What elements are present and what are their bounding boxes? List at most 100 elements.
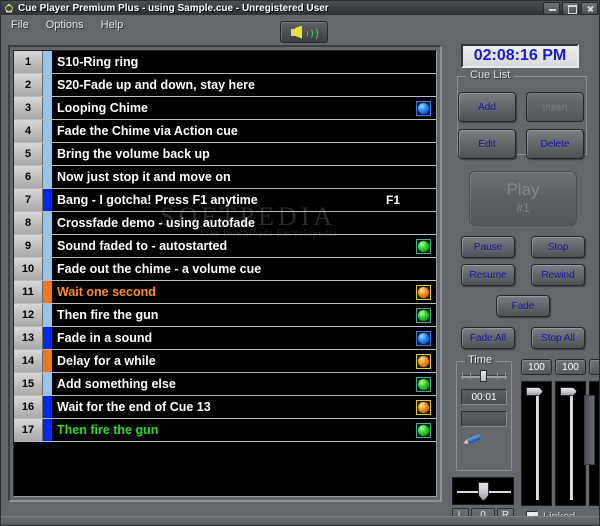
time-secondary-field[interactable] (461, 411, 507, 427)
cue-hotkey (400, 235, 410, 257)
insert-button: Insert (526, 92, 584, 122)
window-controls (543, 1, 598, 15)
pan-slider[interactable] (452, 477, 514, 505)
cue-hotkey (400, 281, 410, 303)
cue-description: Delay for a while (57, 354, 156, 368)
table-row[interactable]: 16 Wait for the end of Cue 13 (14, 396, 436, 419)
cue-number: 1 (14, 51, 43, 73)
left-level-fader[interactable] (521, 381, 552, 506)
cue-hotkey (400, 350, 410, 372)
table-row[interactable]: 14 Delay for a while (14, 350, 436, 373)
table-row[interactable]: 4 Fade the Chime via Action cue (14, 120, 436, 143)
cue-indicator (410, 51, 436, 73)
cue-hotkey (400, 419, 410, 441)
blue-orb-icon (415, 330, 431, 346)
menu-item-options[interactable]: Options (39, 17, 91, 33)
scrollbar[interactable] (584, 395, 595, 465)
table-row[interactable]: 1 S10-Ring ring (14, 51, 436, 74)
cue-description: Bring the volume back up (57, 147, 210, 161)
table-row[interactable]: 13 Fade in a sound (14, 327, 436, 350)
cue-hotkey (400, 97, 410, 119)
time-slider[interactable] (461, 370, 507, 382)
cue-indicator (410, 212, 436, 234)
pause-button[interactable]: Pause (461, 236, 515, 258)
cue-indicator (410, 97, 436, 119)
cue-status-bar (43, 235, 52, 257)
cue-list[interactable]: 1 S10-Ring ring 2 S20-Fade up and down, sta… (13, 50, 437, 497)
cue-status-bar (43, 281, 52, 303)
table-row[interactable]: 9 Sound faded to - autostarted (14, 235, 436, 258)
cue-status-bar (43, 350, 52, 372)
cue-number: 15 (14, 373, 43, 395)
cue-status-bar (43, 212, 52, 234)
amber-orb-icon (415, 353, 431, 369)
add-button[interactable]: Add (458, 92, 516, 122)
stop-button[interactable]: Stop (531, 236, 585, 258)
close-button[interactable] (581, 1, 598, 15)
cue-status-bar (43, 327, 52, 349)
edit-button[interactable]: Edit (458, 129, 516, 159)
pen-icon[interactable] (463, 433, 485, 447)
fade-button[interactable]: Fade (496, 295, 550, 317)
title-bar: Cue Player Premium Plus - using Sample.c… (1, 1, 599, 15)
table-row[interactable]: 15 Add something else (14, 373, 436, 396)
cue-hotkey (400, 304, 410, 326)
resume-button[interactable]: Resume (461, 264, 515, 286)
right-level-fader-knob[interactable] (560, 387, 577, 396)
table-row[interactable]: 6 Now just stop it and move on (14, 166, 436, 189)
cue-hotkey (400, 327, 410, 349)
table-row[interactable]: 17 Then fire the gun (14, 419, 436, 442)
table-row[interactable]: 10 Fade out the chime - a volume cue (14, 258, 436, 281)
rewind-button[interactable]: Rewind (531, 264, 585, 286)
cue-hotkey (400, 74, 410, 96)
table-row[interactable]: 12 Then fire the gun (14, 304, 436, 327)
cue-status-bar (43, 189, 52, 211)
left-level-fader-knob[interactable] (526, 387, 543, 396)
stop-all-button[interactable]: Stop All (531, 327, 585, 349)
right-level-fader[interactable] (555, 381, 586, 506)
pan-slider-knob[interactable] (478, 482, 489, 501)
cue-status-bar (43, 120, 52, 142)
green-orb-icon (415, 238, 431, 254)
cue-hotkey (400, 258, 410, 280)
minimize-button[interactable] (543, 1, 560, 15)
table-row[interactable]: 3 Looping Chime (14, 97, 436, 120)
cue-indicator (410, 120, 436, 142)
cue-description: S10-Ring ring (57, 55, 139, 69)
menu-item-file[interactable]: File (4, 17, 36, 33)
cue-number: 2 (14, 74, 43, 96)
green-orb-icon (415, 422, 431, 438)
cue-hotkey (400, 396, 410, 418)
menu-item-help[interactable]: Help (94, 17, 131, 33)
cue-hotkey (400, 120, 410, 142)
cue-description: Wait one second (57, 285, 156, 299)
fade-all-button[interactable]: Fade All (461, 327, 515, 349)
time-value: 00:01 (461, 389, 507, 405)
cue-status-bar (43, 51, 52, 73)
cue-number: 3 (14, 97, 43, 119)
time-group-caption: Time (465, 354, 496, 366)
table-row[interactable]: 5 Bring the volume back up (14, 143, 436, 166)
cue-description: Looping Chime (57, 101, 148, 115)
amber-orb-icon (415, 399, 431, 415)
cue-hotkey: F1 (385, 193, 400, 207)
cue-indicator (410, 327, 436, 349)
cue-hotkey (400, 373, 410, 395)
delete-button[interactable]: Delete (526, 129, 584, 159)
table-row[interactable]: 11 Wait one second (14, 281, 436, 304)
time-slider-knob[interactable] (480, 370, 487, 382)
cue-description: Fade out the chime - a volume cue (57, 262, 262, 276)
cue-number: 13 (14, 327, 43, 349)
cue-indicator (410, 189, 436, 211)
maximize-button[interactable] (562, 1, 579, 15)
cue-number: 4 (14, 120, 43, 142)
table-row[interactable]: 7 Bang - I gotcha! Press F1 anytime F1 (14, 189, 436, 212)
master-level-value: 80 (589, 359, 599, 375)
cue-status-bar (43, 419, 52, 441)
speaker-volume-icon[interactable] (280, 21, 328, 43)
cue-status-bar (43, 304, 52, 326)
table-row[interactable]: 8 Crossfade demo - using autofade (14, 212, 436, 235)
cue-number: 9 (14, 235, 43, 257)
table-row[interactable]: 2 S20-Fade up and down, stay here (14, 74, 436, 97)
cue-status-bar (43, 97, 52, 119)
